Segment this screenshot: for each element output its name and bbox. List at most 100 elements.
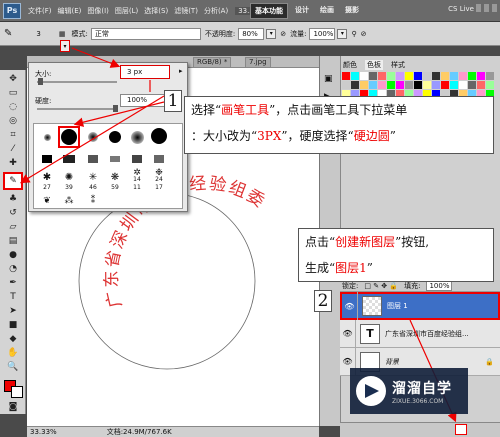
maximize-icon[interactable] [484,4,489,12]
hardness-slider-handle[interactable] [113,105,118,112]
workspace-photography[interactable]: 摄影 [341,3,363,19]
hardness-slider[interactable] [37,108,117,110]
layer-name[interactable]: 广东省深圳市百度经验组... [385,329,469,339]
brush-texture[interactable]: ⁑ [82,192,104,210]
mode-select[interactable]: 正常 [90,27,201,40]
color-swatch[interactable] [486,81,494,89]
menu-analysis[interactable]: 分析(A) [201,6,231,16]
cs-live-button[interactable]: CS Live [448,5,474,13]
workspace-design[interactable]: 设计 [291,3,313,19]
3d-rotate-tool-icon[interactable]: ◆ [5,332,21,346]
brush-hard-medium[interactable] [104,128,126,146]
brush-size-preview[interactable]: 3 [36,30,40,38]
eye-icon[interactable]: 👁 [342,292,358,320]
brush-square-small[interactable] [36,150,58,168]
color-swatch[interactable] [441,72,449,80]
color-swatch[interactable] [351,72,359,80]
eraser-tool-icon[interactable]: ▱ [5,220,21,234]
color-swatch[interactable] [396,81,404,89]
color-swatch[interactable] [405,72,413,80]
brush-preset-dropdown-icon[interactable]: ▾ [60,40,70,52]
crop-tool-icon[interactable]: ⌗ [5,128,21,142]
menu-image[interactable]: 图像(I) [84,6,112,16]
pressure-size-icon[interactable]: ⊘ [361,30,367,38]
brush-soft-small[interactable] [36,128,58,146]
color-swatch[interactable] [414,81,422,89]
shape-tool-icon[interactable]: ■ [5,318,21,332]
history-panel-icon[interactable]: ▣ [324,74,333,84]
menu-edit[interactable]: 编辑(E) [55,6,85,16]
workspace-painting[interactable]: 绘画 [316,3,338,19]
color-swatch[interactable] [468,81,476,89]
layer-row-1[interactable]: 👁 图层 1 [340,292,500,320]
quick-select-tool-icon[interactable]: ◎ [5,114,21,128]
brush-soft-medium[interactable] [82,128,104,146]
tab-styles[interactable]: 样式 [391,60,405,70]
color-swatch[interactable] [351,81,359,89]
fill-input[interactable]: 100% [426,280,453,291]
brush-splatter-2[interactable] [104,150,126,168]
color-swatch[interactable] [450,72,458,80]
brush-square-fuzzy[interactable] [58,150,80,168]
color-swatch[interactable] [342,81,350,89]
layer-name[interactable]: 背景 [385,357,399,367]
marquee-tool-icon[interactable]: ▭ [5,86,21,100]
color-swatch[interactable] [342,72,350,80]
menu-select[interactable]: 选择(S) [141,6,171,16]
color-swatch[interactable] [369,72,377,80]
zoom-status[interactable]: 33.33% [30,428,57,436]
color-swatch[interactable] [441,81,449,89]
color-swatch[interactable] [459,72,467,80]
color-swatch[interactable] [405,81,413,89]
color-swatch[interactable] [468,72,476,80]
brush-hard-large[interactable] [148,127,170,145]
layer-name[interactable]: 图层 1 [387,301,408,311]
quick-mask-icon[interactable]: ◙ [5,400,21,414]
tab-document-1[interactable]: RGB/8) * [193,57,232,68]
brush-tool-icon[interactable]: ✎ [4,28,12,39]
color-swatch[interactable] [477,81,485,89]
brush-leaf[interactable]: ❦ [36,192,58,210]
menu-filter[interactable]: 滤镜(T) [171,6,201,16]
tab-document-2[interactable]: 7.jpg [245,57,271,68]
blur-tool-icon[interactable]: ● [5,248,21,262]
move-tool-icon[interactable]: ✥ [5,72,21,86]
brush-hard-round[interactable] [58,126,80,148]
zoom-tool-icon[interactable]: 🔍 [5,360,21,374]
minimize-icon[interactable] [476,4,481,12]
color-swatch[interactable] [432,81,440,89]
brush-splatter-1[interactable] [82,150,104,168]
new-layer-button[interactable] [455,424,467,435]
color-swatch[interactable] [360,72,368,80]
size-slider-handle[interactable] [38,78,43,85]
opacity-input[interactable]: 80% [238,27,265,40]
close-icon[interactable] [492,4,497,12]
color-swatch[interactable] [396,72,404,80]
gradient-tool-icon[interactable]: ▤ [5,234,21,248]
color-swatch[interactable] [423,81,431,89]
color-swatch[interactable] [459,81,467,89]
path-select-tool-icon[interactable]: ➤ [5,304,21,318]
tab-swatches[interactable]: 色板 [365,60,383,70]
background-color-swatch[interactable] [11,386,23,398]
opacity-dropdown-icon[interactable]: ▾ [266,28,277,39]
brush-soft-large[interactable] [126,128,148,146]
lock-icons[interactable]: □ ✎ ✥ 🔒 [364,282,398,290]
brush-size-input[interactable]: 3 px [120,65,170,79]
brush-panel-icon[interactable]: ▦ [59,30,66,38]
pressure-opacity-icon[interactable]: ⊘ [280,30,286,38]
color-swatch[interactable] [477,72,485,80]
brush-grass[interactable]: ⁂ [58,192,80,210]
size-slider[interactable] [37,81,117,83]
healing-brush-tool-icon[interactable]: ✚ [5,156,21,170]
popup-menu-icon[interactable]: ▸ [179,67,183,75]
layer-row-text[interactable]: 👁 T 广东省深圳市百度经验组... [340,319,500,348]
color-swatch[interactable] [378,81,386,89]
eye-icon[interactable]: 👁 [340,319,356,348]
clone-stamp-tool-icon[interactable]: ♣ [5,192,21,206]
color-swatch[interactable] [378,72,386,80]
flow-dropdown-icon[interactable]: ▾ [337,28,348,39]
flow-input[interactable]: 100% [309,27,336,40]
color-swatch[interactable] [387,72,395,80]
airbrush-icon[interactable]: ⚲ [351,30,356,38]
